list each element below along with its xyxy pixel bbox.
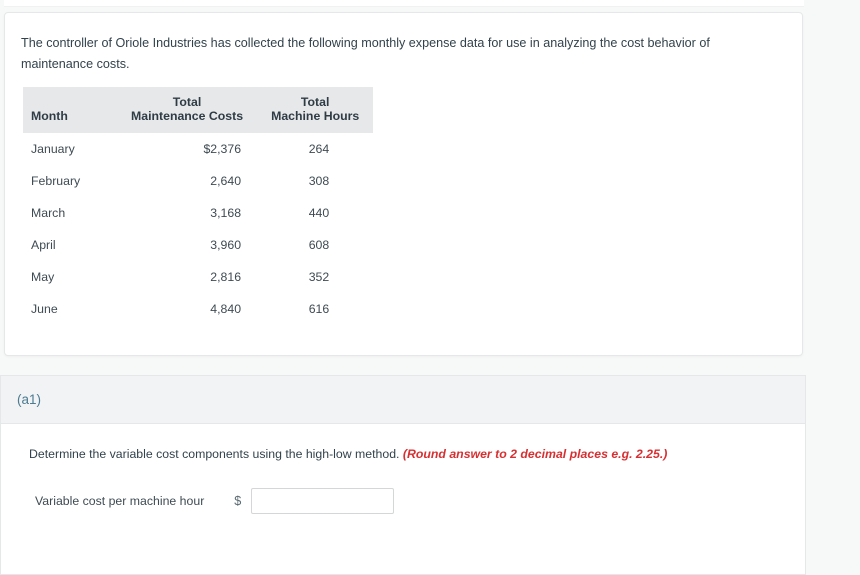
cell-month: March [31, 206, 66, 220]
column-header-month: Month [31, 109, 68, 123]
table-row: February 2,640 308 [23, 165, 373, 197]
cell-month: April [31, 238, 56, 252]
column-header-machine-hours: Total Machine Hours [257, 87, 373, 133]
part-a1-header: (a1) [1, 376, 805, 424]
variable-cost-input[interactable] [251, 488, 395, 514]
table-header: Month Total Maintenance Costs Total Mach… [23, 87, 374, 133]
table-header-row: Month Total Maintenance Costs Total Mach… [23, 87, 374, 133]
dollar-sign-icon: $ [234, 494, 242, 508]
column-header-maintenance-costs-line1: Total [172, 95, 202, 109]
column-header-maintenance-costs-line2: Maintenance Costs [131, 109, 244, 123]
instruction-rounding-hint: (Round answer to 2 decimal places e.g. 2… [402, 447, 668, 461]
question-stem-text: The controller of Oriole Industries has … [21, 36, 710, 71]
table-row: January $2,376 264 [23, 133, 373, 165]
variable-cost-label: Variable cost per machine hour [35, 494, 205, 508]
column-header-machine-hours-line1: Total [300, 95, 330, 109]
part-a1-card: (a1) Determine the variable cost compone… [0, 375, 806, 575]
cell-maintenance-costs: 3,960 [210, 238, 242, 252]
cell-machine-hours: 264 [308, 142, 330, 156]
cell-maintenance-costs: 4,840 [210, 302, 242, 316]
cell-machine-hours: 616 [308, 302, 330, 316]
cell-month: June [31, 302, 58, 316]
part-a1-body: Determine the variable cost components u… [1, 425, 805, 574]
cell-machine-hours: 608 [308, 238, 330, 252]
cell-maintenance-costs: 3,168 [210, 206, 242, 220]
cell-maintenance-costs: $2,376 [203, 142, 242, 156]
column-header-machine-hours-line2: Machine Hours [271, 109, 360, 123]
cell-month: January [31, 142, 75, 156]
cell-maintenance-costs: 2,816 [210, 270, 242, 284]
cell-month: May [31, 270, 55, 284]
table-row: April 3,960 608 [23, 229, 373, 261]
instruction-main-text: Determine the variable cost components u… [29, 447, 400, 461]
table-body: January $2,376 264 February 2,640 308 Ma… [23, 133, 373, 325]
column-header-maintenance-costs: Total Maintenance Costs [117, 87, 257, 133]
cell-maintenance-costs: 2,640 [210, 174, 242, 188]
cell-machine-hours: 352 [308, 270, 330, 284]
question-stem-card: The controller of Oriole Industries has … [4, 12, 803, 356]
page-right-gutter [806, 0, 860, 547]
table-row: May 2,816 352 [23, 261, 373, 293]
expense-data-table: Month Total Maintenance Costs Total Mach… [23, 87, 374, 325]
part-a1-label: (a1) [17, 392, 42, 407]
cell-machine-hours: 440 [308, 206, 330, 220]
cell-machine-hours: 308 [308, 174, 330, 188]
part-a1-instruction: Determine the variable cost components u… [29, 445, 667, 464]
table-row: June 4,840 616 [23, 293, 373, 325]
answer-row: Variable cost per machine hour $ [35, 488, 395, 514]
cell-month: February [31, 174, 81, 188]
table-row: March 3,168 440 [23, 197, 373, 229]
cut-off-top-strip [4, 0, 804, 7]
